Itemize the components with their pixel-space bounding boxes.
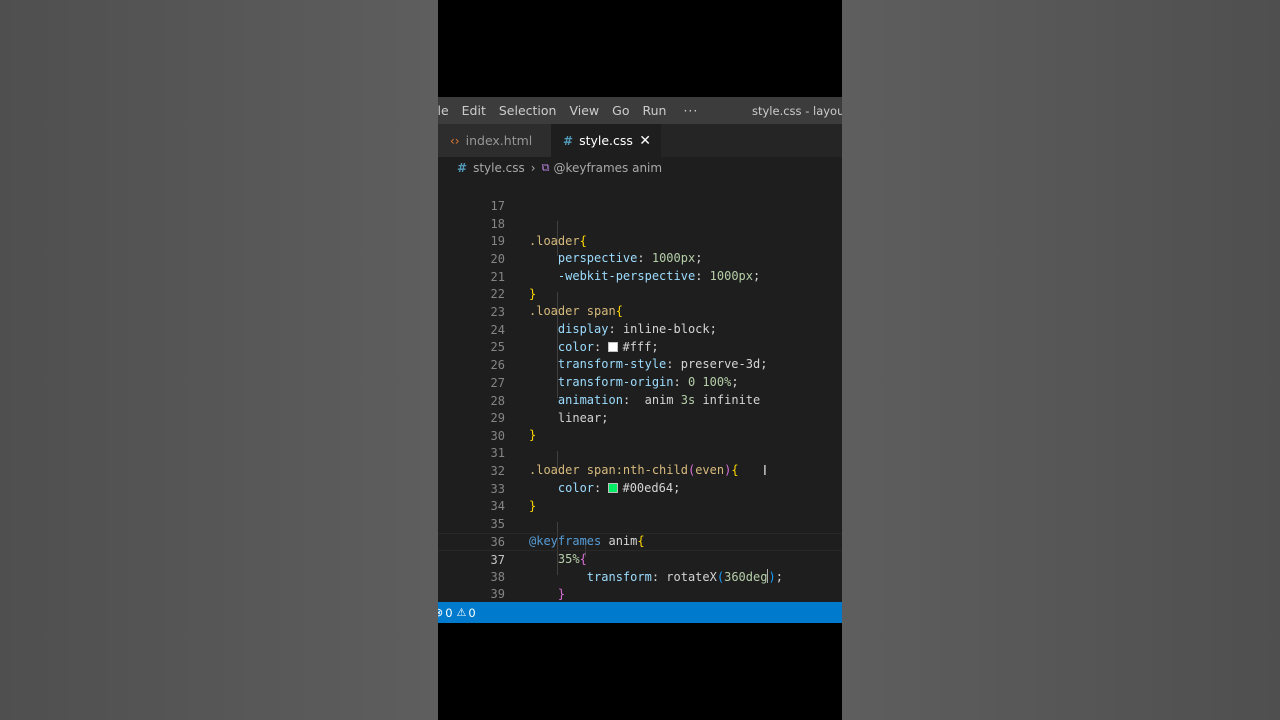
code-line: 33 }: [438, 463, 842, 514]
code-line: 25 transform-style: preserve-3d;: [438, 321, 842, 372]
breadcrumb-symbol[interactable]: @keyframes anim: [553, 161, 662, 175]
code-line: 32 color: #00ed64;: [438, 445, 842, 496]
window-title: style.css - layout13: [752, 104, 842, 118]
code-line: 20 -webkit-perspective: 1000px;: [438, 233, 842, 284]
code-line: 29 }: [438, 392, 842, 443]
code-line: 31 .loader span:nth-child(even){: [438, 427, 842, 478]
status-bar: ⊗ 0 ⚠ 0: [438, 602, 842, 623]
editor-tab-bar: ‹› index.html # style.css ✕: [438, 124, 842, 157]
menu-run[interactable]: Run: [642, 103, 666, 118]
menu-selection[interactable]: Selection: [499, 103, 557, 118]
tab-label: index.html: [465, 133, 533, 148]
menu-view[interactable]: View: [569, 103, 599, 118]
code-line: 30: [438, 410, 842, 443]
code-line: 22 .loader span{: [438, 268, 842, 319]
code-line: 23 display: inline-block;: [438, 286, 842, 337]
error-count[interactable]: 0: [445, 606, 452, 620]
more-menu-icon[interactable]: ···: [683, 103, 698, 118]
css-icon: #: [563, 133, 574, 148]
chevron-right-icon: ›: [530, 161, 536, 175]
menu-edit[interactable]: Edit: [462, 103, 486, 118]
code-line: 38 }: [438, 551, 842, 602]
css-icon: #: [457, 161, 468, 175]
breadcrumb-file[interactable]: style.css: [473, 161, 525, 175]
line-number: 39: [490, 586, 505, 601]
code-line: 36 35%{: [438, 516, 842, 567]
menu-file[interactable]: ile: [438, 103, 449, 118]
background-right: [842, 0, 1280, 720]
code-line: 28 linear;: [438, 375, 842, 426]
code-editor[interactable]: 17 18 .loader{ 19 perspective: 1000px; 2…: [438, 179, 842, 602]
code-line: 26 transform-origin: 0 100%;: [438, 339, 842, 390]
video-frame: ile Edit Selection View Go Run ··· style…: [438, 0, 842, 720]
html-icon: ‹›: [450, 133, 460, 148]
warning-count[interactable]: 0: [468, 606, 475, 620]
symbol-icon: ⧉: [541, 161, 550, 174]
code-line: 21 }: [438, 251, 842, 302]
warning-icon[interactable]: ⚠: [457, 606, 467, 619]
background-left: [0, 0, 438, 720]
code-line: 19 perspective: 1000px;: [438, 215, 842, 266]
code-text: }: [557, 587, 566, 602]
code-line: 24 color: #fff;: [438, 304, 842, 355]
menu-go[interactable]: Go: [612, 103, 629, 118]
tab-index-html[interactable]: ‹› index.html: [438, 124, 551, 157]
code-line: 27 animation: anim 3s infinite: [438, 357, 842, 408]
code-line: 18 .loader{: [438, 198, 842, 249]
menu-bar: ile Edit Selection View Go Run ··· style…: [438, 97, 842, 124]
code-line: 17: [438, 180, 842, 213]
code-line-current: 37 transform: rotateX(360deg);: [438, 533, 842, 584]
breadcrumb: # style.css › ⧉ @keyframes anim: [438, 157, 842, 179]
code-line: 39 }: [438, 568, 842, 601]
code-line: 35 @keyframes anim{: [438, 498, 842, 549]
close-icon[interactable]: ✕: [639, 133, 651, 149]
code-line: 34: [438, 480, 842, 513]
mouse-ibeam-icon: I: [763, 464, 767, 479]
error-icon[interactable]: ⊗: [438, 606, 443, 619]
tab-label: style.css: [579, 133, 633, 148]
tab-style-css[interactable]: # style.css ✕: [551, 124, 661, 157]
